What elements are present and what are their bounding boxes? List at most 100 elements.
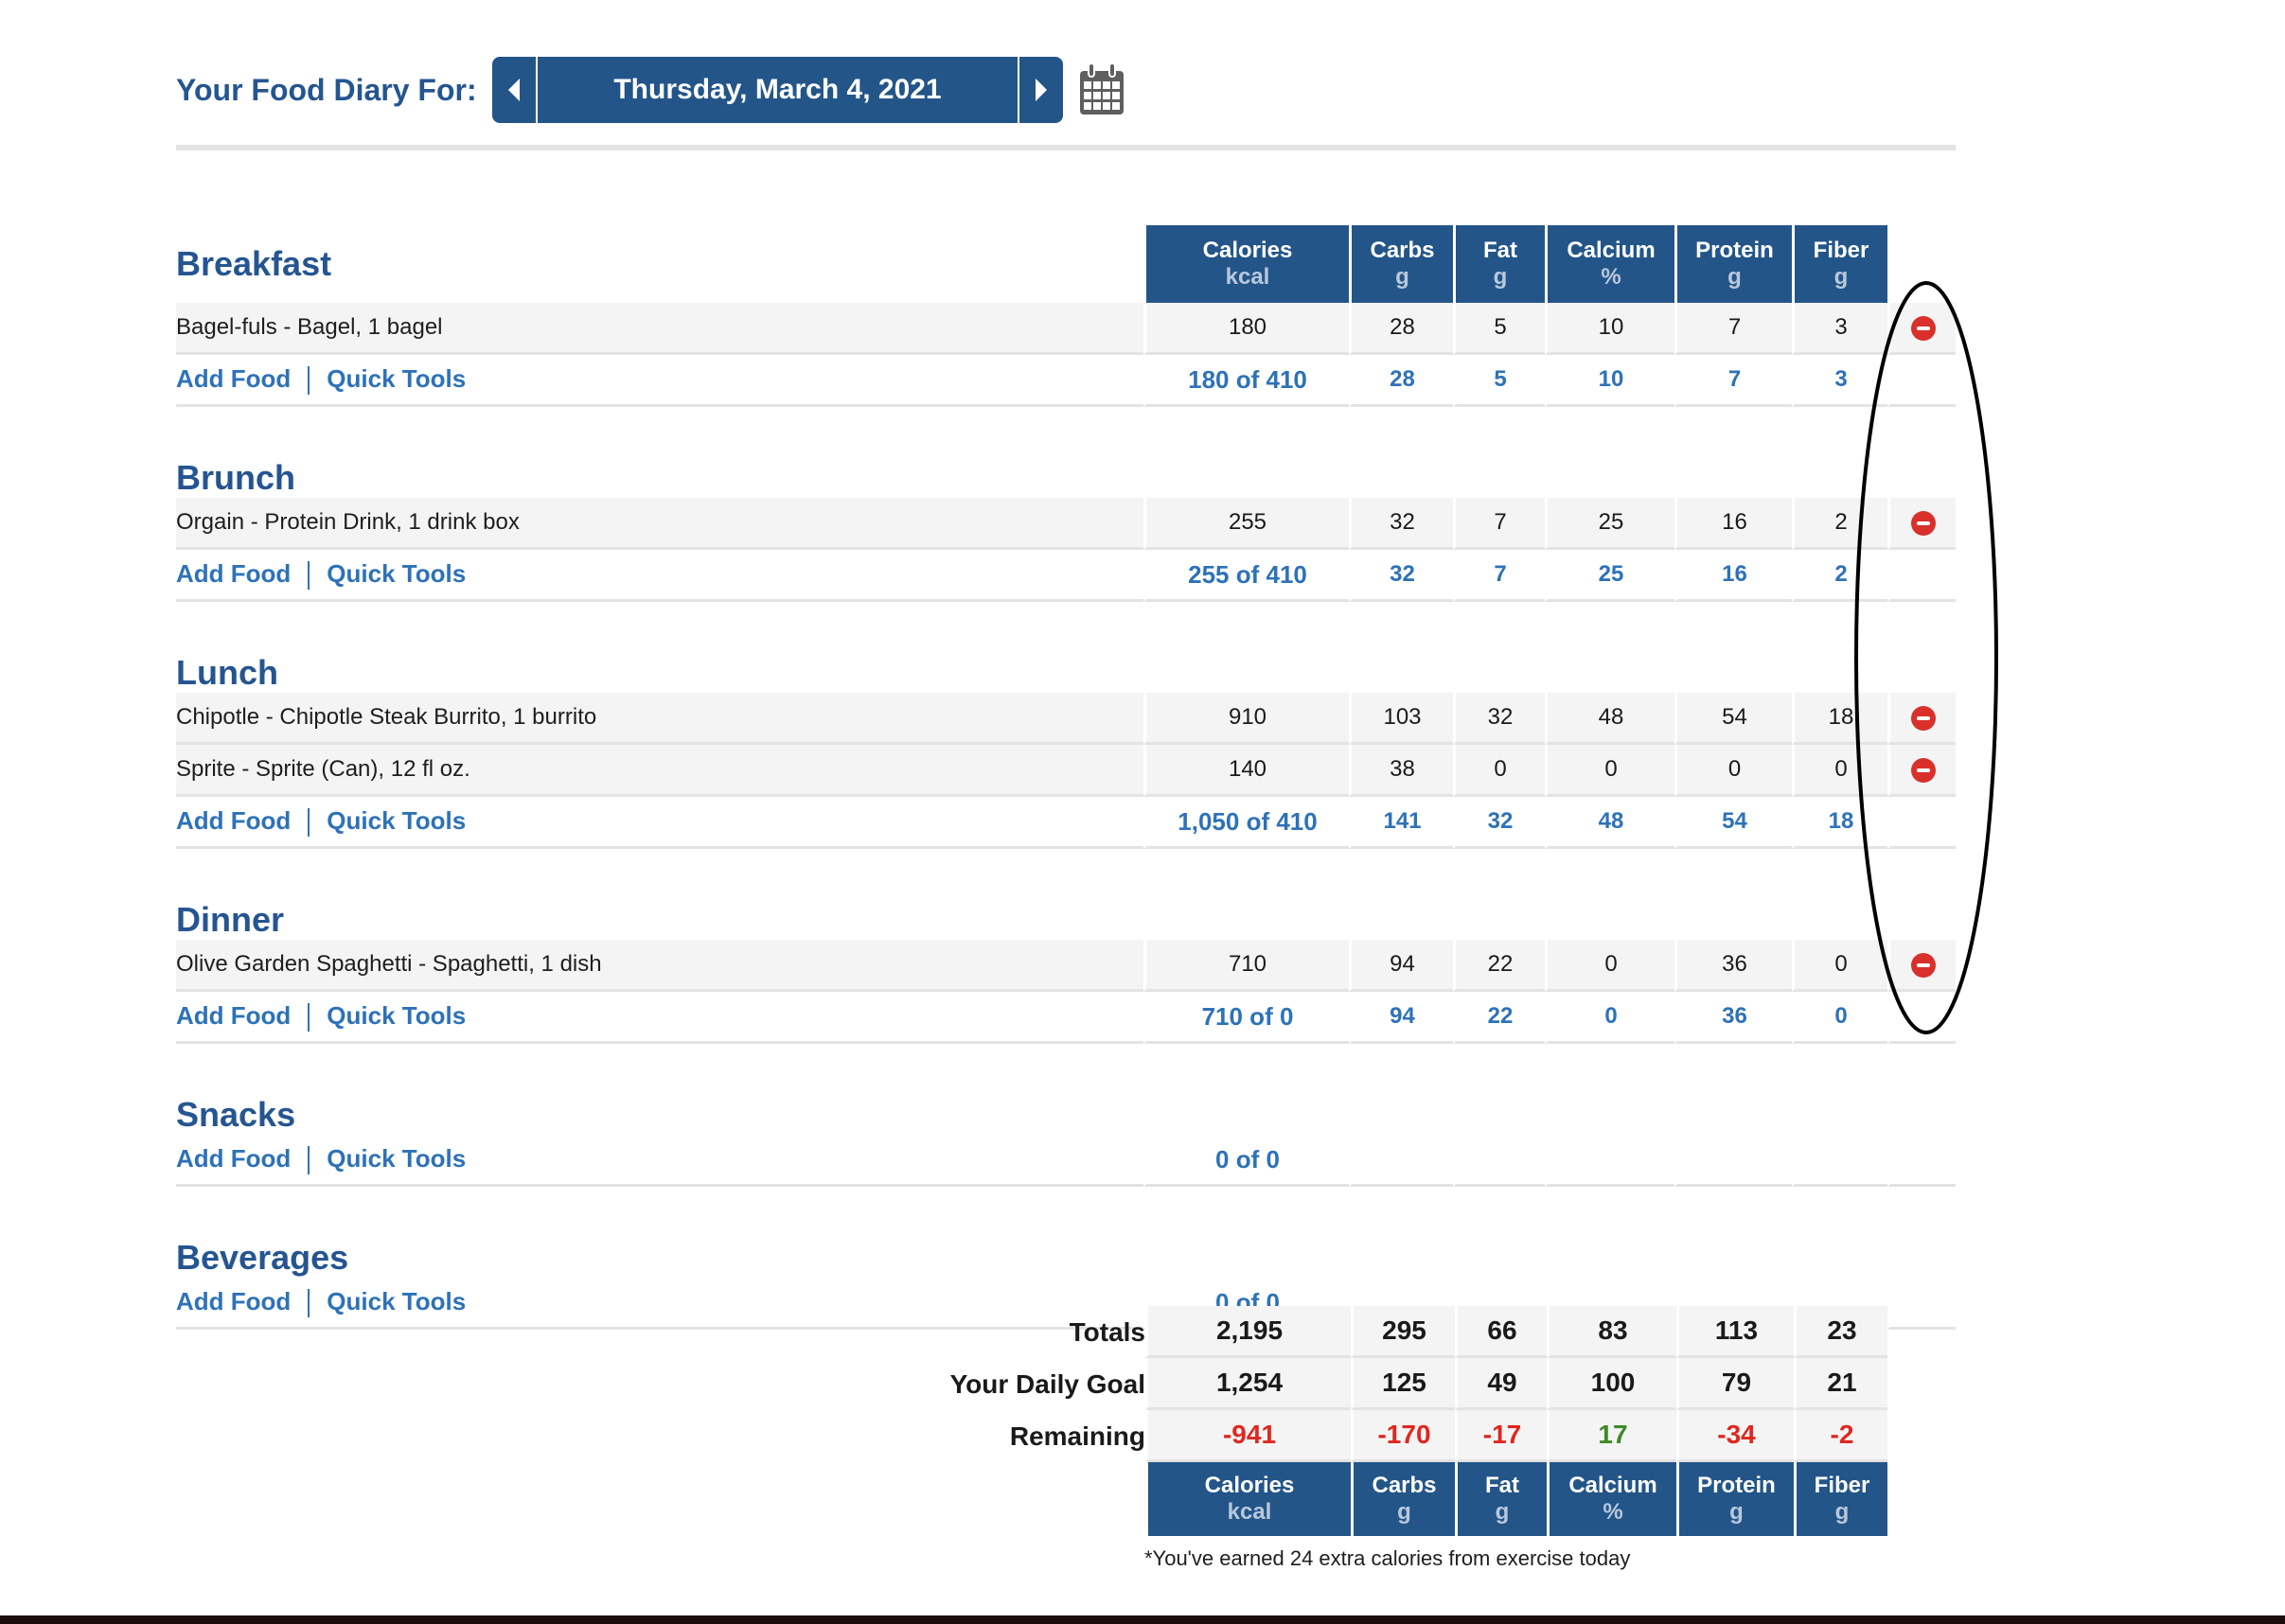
column-name: Carbs xyxy=(1372,1473,1437,1498)
calendar-icon xyxy=(1080,62,1124,115)
meal-fat-total: 5 xyxy=(1453,355,1545,407)
column-unit: kcal xyxy=(1225,264,1270,290)
food-entry-row[interactable]: Olive Garden Spaghetti - Spaghetti, 1 di… xyxy=(176,940,1956,992)
column-header-carbs: Carbs g xyxy=(1349,225,1453,303)
delete-cell xyxy=(1887,940,1956,992)
food-entry-row[interactable]: Bagel-fuls - Bagel, 1 bagel 180 28 5 10 7 3 xyxy=(176,303,1956,355)
link-divider xyxy=(308,561,310,591)
add-food-link[interactable]: Add Food xyxy=(176,1144,291,1173)
food-name[interactable]: Bagel-fuls - Bagel, 1 bagel xyxy=(176,303,1143,355)
column-unit: % xyxy=(1601,264,1621,290)
meal-protein-total: 16 xyxy=(1674,550,1792,602)
totals-calcium-value: 17 xyxy=(1547,1410,1676,1462)
food-entry-row[interactable]: Orgain - Protein Drink, 1 drink box 255 32… xyxy=(176,498,1956,550)
food-name[interactable]: Olive Garden Spaghetti - Spaghetti, 1 di… xyxy=(176,940,1143,992)
meal-actions: Add Food Quick Tools xyxy=(176,550,1143,602)
meal-summary-row: Add Food Quick Tools 710 of 0 94 22 0 36 0 xyxy=(176,992,1956,1044)
totals-calories-value: 2,195 xyxy=(1145,1306,1351,1358)
totals-calories-value: 1,254 xyxy=(1145,1358,1351,1410)
quick-tools-link[interactable]: Quick Tools xyxy=(327,1001,466,1030)
food-carbs-value: 103 xyxy=(1349,693,1453,745)
food-protein-value: 7 xyxy=(1674,303,1792,355)
food-calcium-value: 10 xyxy=(1545,303,1674,355)
add-food-link[interactable]: Add Food xyxy=(176,364,291,393)
totals-fat-value: 49 xyxy=(1455,1358,1547,1410)
delete-entry-icon[interactable] xyxy=(1910,315,1936,341)
meal-protein-total: 54 xyxy=(1674,797,1792,849)
column-unit: g xyxy=(1833,264,1849,290)
totals-protein-value: -34 xyxy=(1676,1410,1794,1462)
column-unit: % xyxy=(1603,1499,1623,1525)
food-entry-row[interactable]: Chipotle - Chipotle Steak Burrito, 1 bur… xyxy=(176,693,1956,745)
meal-protein-total: 36 xyxy=(1674,992,1792,1044)
footer-column-carbs: Carbs g xyxy=(1351,1462,1455,1536)
food-calories-value: 140 xyxy=(1143,745,1349,797)
food-fiber-value: 18 xyxy=(1792,693,1887,745)
meal-carbs-total: 28 xyxy=(1349,355,1453,407)
totals-fiber-value: 23 xyxy=(1794,1306,1887,1358)
meal-actions: Add Food Quick Tools xyxy=(176,992,1143,1044)
meal-calcium-total: 48 xyxy=(1545,797,1674,849)
column-name: Calcium xyxy=(1567,238,1656,263)
meal-calcium-total: 25 xyxy=(1545,550,1674,602)
meal-header-row: Snacks xyxy=(176,1044,1956,1135)
meal-actions: Add Food Quick Tools xyxy=(176,797,1143,849)
food-carbs-value: 94 xyxy=(1349,940,1453,992)
meal-fat-total: 22 xyxy=(1453,992,1545,1044)
add-food-link[interactable]: Add Food xyxy=(176,806,291,835)
meal-protein-total: 7 xyxy=(1674,355,1792,407)
caret-left-icon xyxy=(508,79,520,101)
meal-carbs-total xyxy=(1349,1135,1453,1187)
food-diary-table: Breakfast Calories kcal Carbs g Fat g Calcium% P… xyxy=(176,225,1956,1330)
previous-day-button[interactable] xyxy=(492,57,536,123)
totals-fat-value: -17 xyxy=(1455,1410,1547,1462)
current-date: Thursday, March 4, 2021 xyxy=(613,74,942,105)
meal-header-spacer xyxy=(1143,602,1956,693)
next-day-button[interactable] xyxy=(1019,57,1063,123)
delete-entry-icon[interactable] xyxy=(1910,510,1936,536)
totals-row-totals: Totals 2,195 295 66 83 113 23 xyxy=(176,1306,1887,1358)
food-name[interactable]: Orgain - Protein Drink, 1 drink box xyxy=(176,498,1143,550)
quick-tools-link[interactable]: Quick Tools xyxy=(327,806,466,835)
totals-row-remaining: Remaining -941 -170 -17 17 -34 -2 xyxy=(176,1410,1887,1462)
column-unit: g xyxy=(1729,1499,1744,1525)
totals-row-label: Totals xyxy=(1069,1316,1145,1347)
add-food-link[interactable]: Add Food xyxy=(176,1001,291,1030)
meal-title: Snacks xyxy=(176,1095,296,1134)
delete-entry-icon[interactable] xyxy=(1910,705,1936,731)
column-unit: g xyxy=(1727,264,1742,290)
meal-header-spacer xyxy=(1143,1187,1956,1278)
meal-fiber-total: 18 xyxy=(1792,797,1887,849)
link-divider xyxy=(308,1146,310,1175)
delete-entry-icon[interactable] xyxy=(1910,952,1936,978)
quick-tools-link[interactable]: Quick Tools xyxy=(327,1144,466,1173)
exercise-note: *You've earned 24 extra calories from ex… xyxy=(1144,1546,1631,1570)
food-protein-value: 0 xyxy=(1674,745,1792,797)
totals-calories-value: -941 xyxy=(1145,1410,1351,1462)
meal-calcium-total: 0 xyxy=(1545,992,1674,1044)
quick-tools-link[interactable]: Quick Tools xyxy=(327,559,466,588)
food-name[interactable]: Chipotle - Chipotle Steak Burrito, 1 bur… xyxy=(176,693,1143,745)
caret-right-icon xyxy=(1036,79,1047,101)
column-name: Fiber xyxy=(1814,1473,1870,1498)
food-carbs-value: 28 xyxy=(1349,303,1453,355)
meal-calcium-total xyxy=(1545,1135,1674,1187)
meal-summary-row: Add Food Quick Tools 0 of 0 xyxy=(176,1135,1956,1187)
quick-tools-link[interactable]: Quick Tools xyxy=(327,364,466,393)
meal-header-row: Brunch xyxy=(176,407,1956,498)
delete-entry-icon[interactable] xyxy=(1910,757,1936,783)
add-food-link[interactable]: Add Food xyxy=(176,559,291,588)
meal-header-row: Dinner xyxy=(176,849,1956,940)
calendar-button[interactable] xyxy=(1079,62,1125,115)
food-calcium-value: 25 xyxy=(1545,498,1674,550)
meal-protein-total xyxy=(1674,1135,1792,1187)
food-calcium-value: 0 xyxy=(1545,940,1674,992)
summary-blank xyxy=(1887,1278,1956,1330)
date-navigator: Thursday, March 4, 2021 xyxy=(492,57,1063,123)
column-header-calcium: Calcium% xyxy=(1545,225,1674,303)
food-entry-row[interactable]: Sprite - Sprite (Can), 12 fl oz. 140 38 0 0 0… xyxy=(176,745,1956,797)
meal-calories-total: 180 of 410 xyxy=(1143,355,1349,407)
meal-header-spacer xyxy=(1143,849,1956,940)
food-name[interactable]: Sprite - Sprite (Can), 12 fl oz. xyxy=(176,745,1143,797)
summary-blank xyxy=(1887,550,1956,602)
